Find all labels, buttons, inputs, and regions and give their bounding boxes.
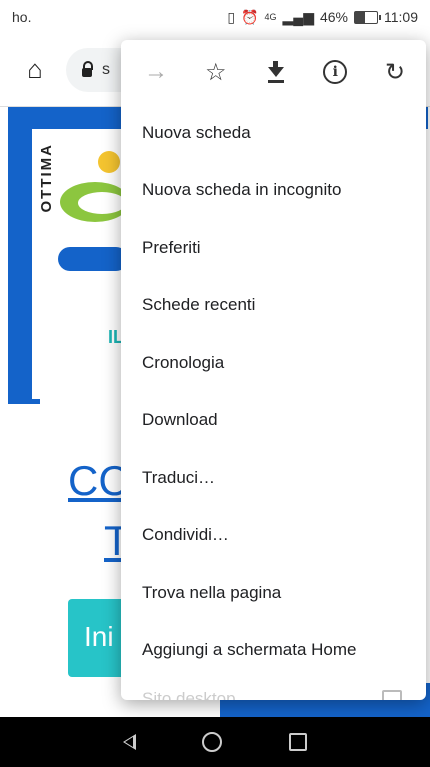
menu-item-history[interactable]: Cronologia bbox=[121, 334, 426, 392]
start-button-label: Ini bbox=[84, 621, 114, 652]
navigation-bar bbox=[0, 717, 430, 767]
alarm-icon: ⏰ bbox=[241, 8, 259, 25]
logo-text: OTTIMA bbox=[38, 143, 55, 213]
menu-item-find-in-page[interactable]: Trova nella pagina bbox=[121, 564, 426, 622]
battery-icon bbox=[354, 10, 381, 24]
forward-icon[interactable]: → bbox=[139, 55, 173, 89]
desktop-site-checkbox[interactable] bbox=[382, 690, 402, 700]
back-icon[interactable] bbox=[123, 734, 137, 750]
status-left-text: ho. bbox=[12, 9, 32, 25]
refresh-icon[interactable]: ↻ bbox=[378, 55, 412, 89]
info-icon[interactable]: i bbox=[318, 55, 352, 89]
page-heading-line1[interactable]: CC bbox=[68, 457, 129, 505]
star-icon[interactable]: ☆ bbox=[199, 55, 233, 89]
menu-item-new-tab[interactable]: Nuova scheda bbox=[121, 104, 426, 162]
menu-item-recent-tabs[interactable]: Schede recenti bbox=[121, 277, 426, 335]
home-icon[interactable]: ⌂ bbox=[20, 54, 50, 84]
vibrate-icon: ▯ bbox=[227, 8, 236, 25]
signal-icon: ▂▄▆ bbox=[282, 8, 314, 25]
menu-icon-row: → ☆ i ↻ bbox=[121, 40, 426, 104]
battery-percentage: 46% bbox=[319, 9, 348, 25]
url-text: s bbox=[102, 61, 110, 78]
menu-item-downloads[interactable]: Download bbox=[121, 392, 426, 450]
menu-item-incognito-tab[interactable]: Nuova scheda in incognito bbox=[121, 162, 426, 220]
menu-item-add-to-home[interactable]: Aggiungi a schermata Home bbox=[121, 622, 426, 680]
network-label: 4G bbox=[264, 12, 277, 22]
status-bar: ho. ▯ ⏰ 4G ▂▄▆ 46% 11:09 bbox=[0, 0, 430, 34]
recents-icon[interactable] bbox=[288, 733, 307, 751]
lock-icon bbox=[82, 61, 93, 77]
status-right: ▯ ⏰ 4G ▂▄▆ 46% 11:09 bbox=[227, 9, 418, 26]
home-nav-icon[interactable] bbox=[202, 732, 223, 752]
logo-leaf-inner bbox=[78, 192, 126, 214]
menu-item-desktop-site[interactable]: Sito desktop bbox=[121, 679, 426, 700]
menu-item-share[interactable]: Condividi… bbox=[121, 507, 426, 565]
menu-item-bookmarks[interactable]: Preferiti bbox=[121, 219, 426, 277]
logo-sun-icon bbox=[98, 151, 120, 173]
menu-item-desktop-site-label: Sito desktop bbox=[142, 689, 236, 700]
overflow-menu: → ☆ i ↻ Nuova scheda Nuova scheda in inc… bbox=[121, 40, 426, 700]
menu-list: Nuova scheda Nuova scheda in incognito P… bbox=[121, 104, 426, 700]
menu-item-translate[interactable]: Traduci… bbox=[121, 449, 426, 507]
clock: 11:09 bbox=[384, 9, 418, 25]
logo-hand-icon bbox=[58, 247, 128, 271]
download-icon[interactable] bbox=[259, 55, 293, 89]
